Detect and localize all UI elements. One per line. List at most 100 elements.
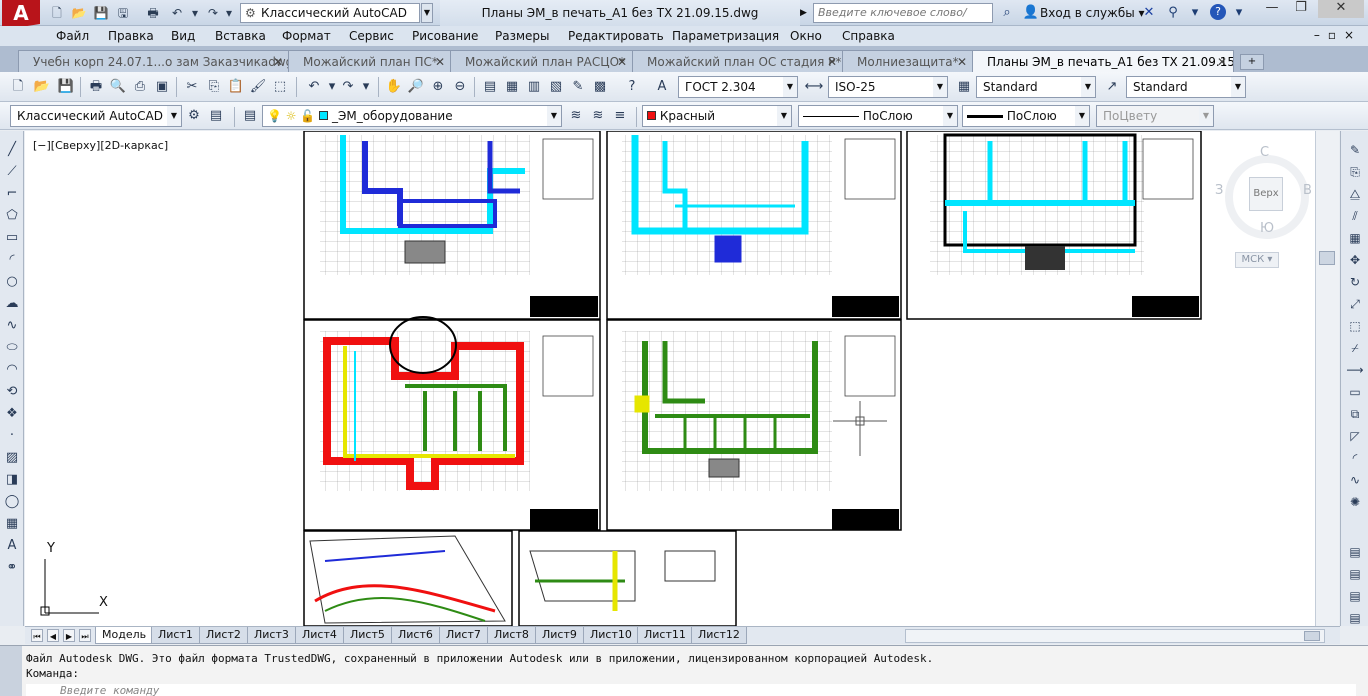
tool-palettes-icon[interactable]: ▥ [524,77,544,97]
copy-object-icon[interactable]: ⎘ [1346,163,1364,181]
ellipse-arc-icon[interactable]: ◠ [3,361,21,379]
new-file-icon[interactable]: 🗋 [48,4,66,22]
help-icon[interactable]: ? [622,77,642,97]
publish-icon[interactable]: ⎙ [130,77,150,97]
user-icon[interactable]: 👤 [1022,4,1040,22]
close-button[interactable]: ✕ [1318,0,1364,18]
print-icon[interactable]: 🖶 [86,77,106,97]
file-tab[interactable]: Можайский план ПС* ✕ [288,50,452,72]
plotstyle-select[interactable]: ПоЦвету ▼ [1096,105,1214,127]
redo-dropdown-icon[interactable]: ▾ [220,4,238,22]
close-icon[interactable]: ✕ [273,51,283,72]
layout-tab[interactable]: Лист1 [151,627,200,644]
print-preview-icon[interactable]: 🔍 [108,77,128,97]
menu-window[interactable]: Окно [790,26,822,46]
multiline-text-icon[interactable]: A [3,537,21,555]
break-icon[interactable]: ▭ [1346,383,1364,401]
paste-icon[interactable]: 📋 [226,77,246,97]
mleader-style-icon[interactable]: ↗ [1102,77,1122,97]
menu-view[interactable]: Вид [171,26,195,46]
layout-tab[interactable]: Лист5 [343,627,392,644]
next-tab-icon[interactable]: ▶ [63,629,75,642]
file-tab[interactable]: Можайский план РАСЦО* ✕ [450,50,634,72]
compass-east[interactable]: В [1303,183,1312,198]
layer-properties-icon[interactable]: ▤ [240,106,260,126]
undo-icon[interactable]: ↶ [304,77,324,97]
file-tab[interactable]: Учебн корп 24.07.1...о зам Заказчикаdwg*… [18,50,290,72]
workspace-settings-icon[interactable]: ⚙ [184,106,204,126]
erase-icon[interactable]: ✎ [1346,141,1364,159]
layout-tab[interactable]: Лист9 [535,627,584,644]
table-icon[interactable]: ▦ [3,515,21,533]
open-file-icon[interactable]: 📂 [32,77,52,97]
cut-icon[interactable]: ✂ [182,77,202,97]
gradient-icon[interactable]: ◨ [3,471,21,489]
viewport-controls-label[interactable]: [−][Сверху][2D-каркас] [33,139,168,152]
menu-modify[interactable]: Редактировать [568,26,664,46]
binoculars-icon[interactable]: ⌕ [998,4,1016,22]
new-file-icon[interactable]: 🗋 [8,77,28,97]
table-style-icon[interactable]: ▦ [954,77,974,97]
horizontal-scrollbar[interactable] [905,629,1325,643]
layout-tab[interactable]: Лист6 [391,627,440,644]
offset-icon[interactable]: ⫽ [1346,207,1364,225]
menu-edit[interactable]: Правка [108,26,154,46]
zoom-previous-icon[interactable]: ⊖ [450,77,470,97]
search-input[interactable]: Введите ключевое слово/фразу [813,3,993,37]
add-selected-icon[interactable]: ⚭ [3,559,21,577]
palette-2-icon[interactable]: ▤ [1346,565,1364,583]
make-block-icon[interactable]: ❖ [3,405,21,423]
layer-state-icon[interactable]: ≡ [610,106,630,126]
first-tab-icon[interactable]: ⏮ [31,629,43,642]
mleader-style-select[interactable]: Standard ▼ [1126,76,1246,98]
move-icon[interactable]: ✥ [1346,251,1364,269]
extend-icon[interactable]: ⟶ [1346,361,1364,379]
print-icon[interactable]: 🖶 [144,4,162,22]
close-icon[interactable]: ✕ [1217,51,1227,72]
file-tab-active[interactable]: Планы ЭМ_в печать_А1 без ТХ 21.09.15* ✕ [972,50,1234,72]
minimize-button[interactable]: — [1258,0,1286,18]
palette-4-icon[interactable]: ▤ [1346,609,1364,627]
join-icon[interactable]: ⧉ [1346,405,1364,423]
scrollbar-thumb[interactable] [1319,251,1335,265]
polyline-icon[interactable]: ⌐ [3,185,21,203]
hatch-icon[interactable]: ▨ [3,449,21,467]
chamfer-icon[interactable]: ◸ [1346,427,1364,445]
palette-3-icon[interactable]: ▤ [1346,587,1364,605]
polygon-icon[interactable]: ⬠ [3,207,21,225]
layout-tab[interactable]: Лист8 [487,627,536,644]
menu-format[interactable]: Формат [282,26,331,46]
menu-help[interactable]: Справка [842,26,895,46]
lineweight-select[interactable]: ПоСлою ▼ [962,105,1090,127]
compass-west[interactable]: З [1215,183,1223,198]
close-icon[interactable]: ✕ [827,51,837,72]
layout-tab[interactable]: Лист2 [199,627,248,644]
last-tab-icon[interactable]: ⏭ [79,629,91,642]
color-select[interactable]: Красный ▼ [642,105,792,127]
layout-tab-model[interactable]: Модель [95,627,154,644]
scale-icon[interactable]: ⤢ [1346,295,1364,313]
zoom-realtime-icon[interactable]: 🔎 [406,77,426,97]
ellipse-icon[interactable]: ⬭ [3,339,21,357]
file-tab[interactable]: Можайский план ОС стадия Р* ✕ [632,50,844,72]
array-icon[interactable]: ▦ [1346,229,1364,247]
viewcube[interactable]: Верх С Ю З В [1215,145,1315,239]
chevron-right-icon[interactable]: ▶ [800,3,812,23]
construction-line-icon[interactable]: ⟋ [3,163,21,181]
layout-tab[interactable]: Лист10 [583,627,639,644]
menu-draw[interactable]: Рисование [412,26,478,46]
menu-tools[interactable]: Сервис [349,26,394,46]
dropdown-icon[interactable]: ▾ [1186,4,1204,22]
open-file-icon[interactable]: 📂 [70,4,88,22]
customize-icon[interactable]: ▤ [206,106,226,126]
blend-icon[interactable]: ∿ [1346,471,1364,489]
workspace-select[interactable]: Классический AutoCAD ▼ [10,105,182,127]
compass-north[interactable]: С [1260,145,1269,160]
save-icon[interactable]: 💾 [92,4,110,22]
workspace-switcher[interactable]: ⚙ Классический AutoCAD [240,3,420,23]
dim-style-icon[interactable]: ⟷ [804,77,824,97]
menu-file[interactable]: Файл [56,26,89,46]
compass-south[interactable]: Ю [1260,221,1274,236]
copy-icon[interactable]: ⎘ [204,77,224,97]
layer-select[interactable]: 💡 ☼ 🔓 _ЭМ_оборудование ▼ [262,105,562,127]
